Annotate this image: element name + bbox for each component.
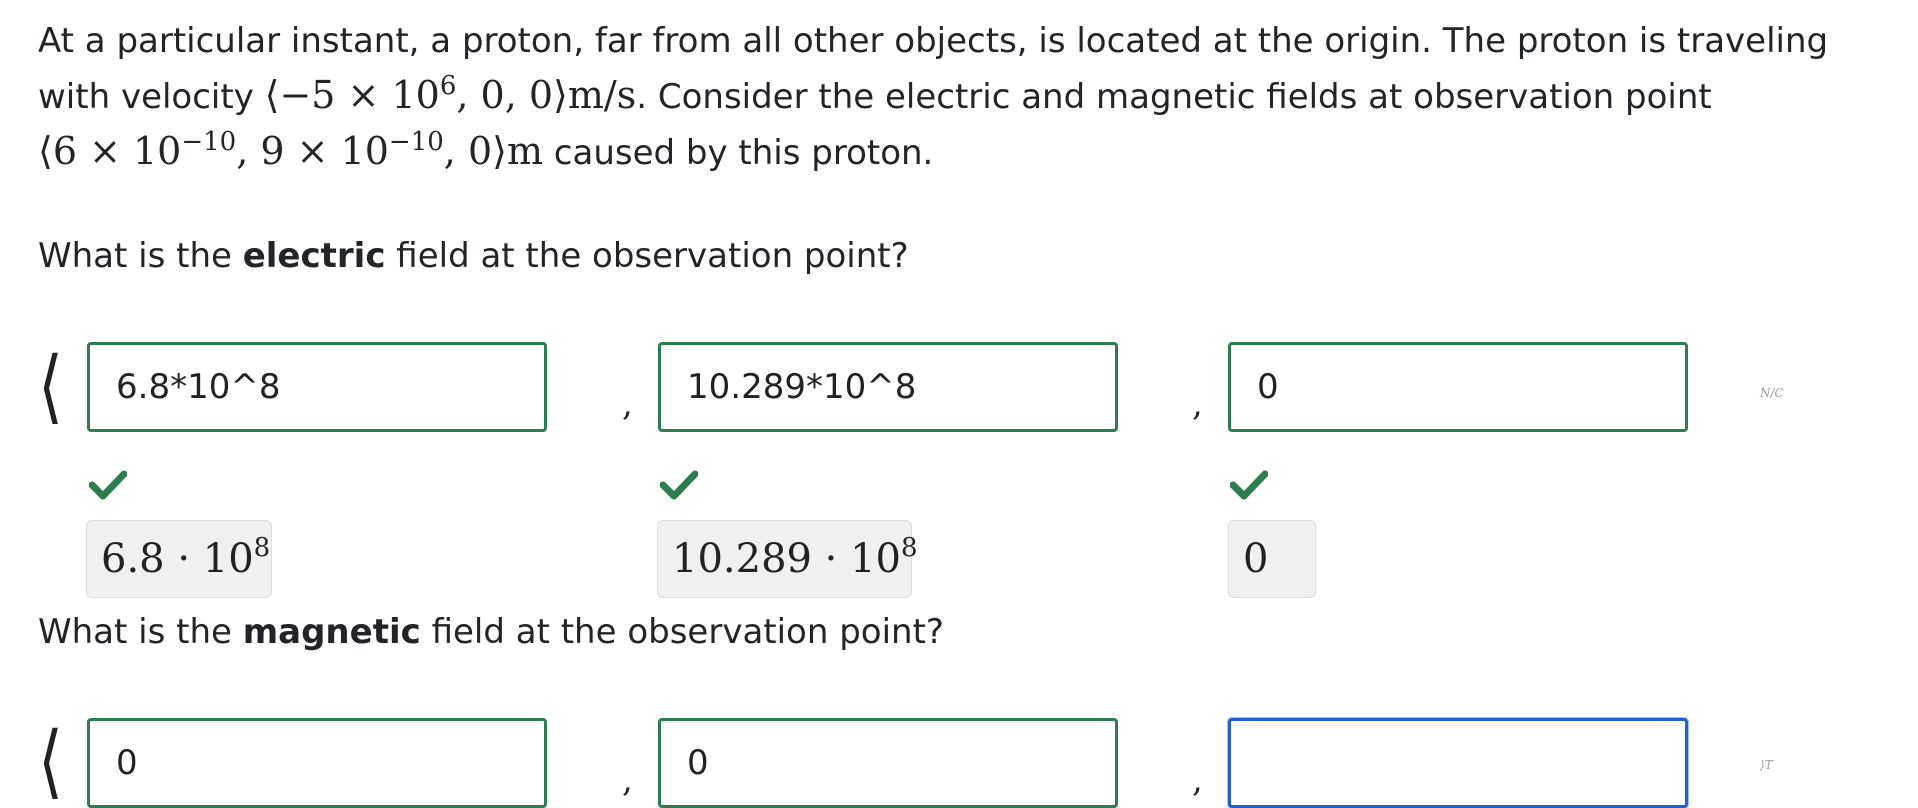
correct-check-icon (1230, 470, 1268, 500)
magnetic-z-input[interactable] (1228, 718, 1688, 808)
electric-y-preview: 10.289 · 108 (657, 520, 918, 598)
magnetic-x-input[interactable]: 0 (87, 718, 547, 808)
electric-field-question: What is the electric field at the observ… (38, 236, 909, 276)
comma-separator: , (622, 760, 633, 800)
problem-end: caused by this proton. (543, 133, 934, 173)
left-angle-bracket: ⟨ (38, 715, 63, 808)
magnetic-field-question: What is the magnetic field at the observ… (38, 612, 944, 652)
electric-x-input[interactable]: 6.8*10^8 (87, 342, 547, 432)
correct-check-icon (660, 470, 698, 500)
comma-separator: , (1192, 384, 1203, 424)
electric-z-input[interactable]: 0 (1228, 342, 1688, 432)
velocity-vector: ⟨−5 × 106, 0, 0⟩m/s (264, 71, 637, 117)
electric-y-input[interactable]: 10.289*10^8 (658, 342, 1118, 432)
unit-label: ⟩T (1760, 758, 1773, 772)
observation-point-vector: ⟨6 × 10−10, 9 × 10−10, 0⟩m (38, 127, 543, 173)
correct-check-icon (89, 470, 127, 500)
comma-separator: , (1192, 760, 1203, 800)
magnetic-keyword: magnetic (242, 612, 421, 652)
problem-mid: . Consider the electric and magnetic fie… (636, 77, 1712, 117)
comma-separator: , (622, 384, 633, 424)
left-angle-bracket: ⟨ (38, 340, 63, 434)
magnetic-y-input[interactable]: 0 (658, 718, 1118, 808)
electric-x-preview: 6.8 · 108 (86, 520, 272, 598)
unit-label: N/C (1760, 386, 1784, 400)
electric-keyword: electric (242, 236, 386, 276)
electric-z-preview: 0 (1228, 520, 1316, 598)
problem-statement: At a particular instant, a proton, far f… (38, 14, 1908, 180)
